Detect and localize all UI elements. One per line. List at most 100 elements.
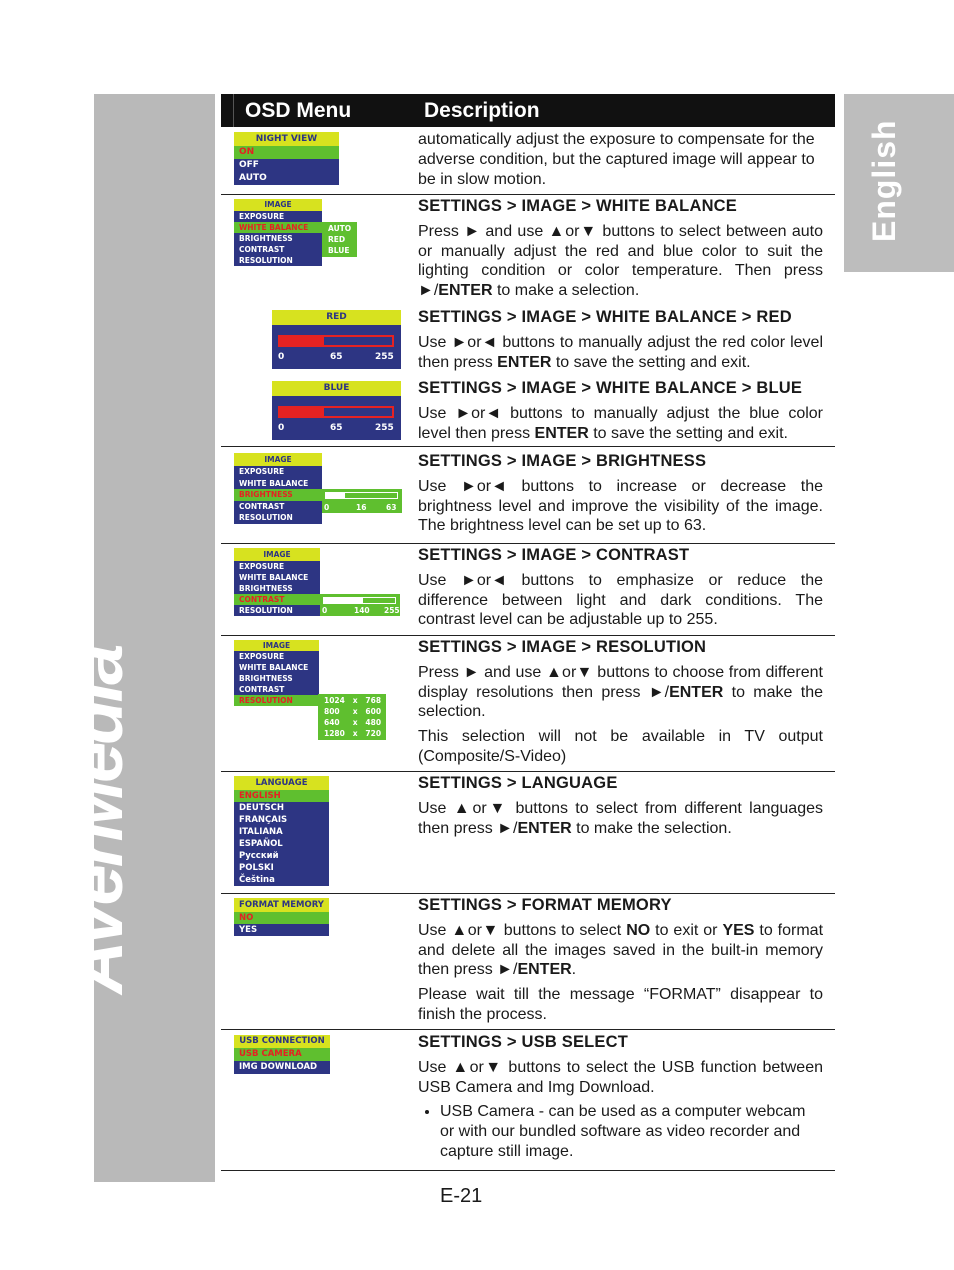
osd-slider-title: BLUE <box>272 381 401 396</box>
osd-menu-item: FRANÇAIS <box>234 814 329 826</box>
osd-menu-item: BRIGHTNESS <box>234 489 322 501</box>
section-heading: SETTINGS > IMAGE > WHITE BALANCE > RED <box>418 308 792 326</box>
description-paragraph: Press ► and use ▲or▼ buttons to choose f… <box>418 663 824 721</box>
osd-submenu-item: BLUE <box>328 246 350 255</box>
osd-slider-blue: BLUE 0 65 255 <box>272 381 401 440</box>
header-osd-menu: OSD Menu <box>245 99 352 122</box>
osd-menu-item: Русский <box>234 850 329 862</box>
osd-menu-title: NIGHT VIEW <box>234 132 339 146</box>
osd-menu-item: WHITE BALANCE <box>234 572 320 583</box>
page-number: E-21 <box>440 1185 483 1207</box>
slider-value-label: 16 <box>356 503 367 512</box>
osd-slider-title: RED <box>272 310 401 325</box>
osd-menu-format-memory: FORMAT MEMORY NO YES <box>234 898 329 936</box>
bold-term: ENTER <box>669 683 724 701</box>
slider-min-label: 0 <box>278 423 285 433</box>
bold-term: YES <box>722 921 755 939</box>
bold-term: ENTER <box>517 819 572 837</box>
osd-slider-red: RED 0 65 255 <box>272 310 401 369</box>
osd-submenu-item: RED <box>328 235 346 244</box>
description-paragraph: Use ▲or▼ buttons to select the USB funct… <box>418 1058 823 1096</box>
section-heading: SETTINGS > IMAGE > WHITE BALANCE <box>418 197 738 215</box>
osd-menu-title: IMAGE <box>234 548 320 561</box>
description-paragraph: Use ►or◄ buttons to manually adjust the … <box>418 404 823 442</box>
osd-slider-body: 0 65 255 <box>272 396 401 440</box>
osd-menu-item: RESOLUTION <box>234 695 319 706</box>
slider-value-label: 140 <box>354 606 370 615</box>
description-paragraph: Use ▲or▼ buttons to select NO to exit or… <box>418 921 824 979</box>
description-paragraph: Use ►or◄ buttons to emphasize or reduce … <box>418 571 823 629</box>
description-paragraph: Press ► and use ▲or▼ buttons to select b… <box>418 222 823 300</box>
section-heading: SETTINGS > IMAGE > RESOLUTION <box>418 638 707 656</box>
osd-menu-item: CONTRAST <box>234 500 322 512</box>
bold-term: NO <box>626 921 651 939</box>
osd-menu-title: LANGUAGE <box>234 776 329 790</box>
section-heading: SETTINGS > USB SELECT <box>418 1033 629 1051</box>
osd-slider-body: 0 65 255 <box>272 325 401 369</box>
osd-menu-night-view: NIGHT VIEW ON OFF AUTO <box>234 132 339 185</box>
description-block: SETTINGS > FORMAT MEMORY Use ▲or▼ buttons… <box>418 896 823 1030</box>
description-paragraph: Use ►or◄ buttons to increase or decrease… <box>418 477 823 535</box>
slider-track <box>278 335 394 347</box>
osd-submenu-item: 1280 x 720 <box>324 729 382 738</box>
osd-menu-item: DEUTSCH <box>234 802 329 814</box>
manual-page: AVerMedia English OSD Menu Description N… <box>0 0 954 1270</box>
osd-menu-item: CONTRAST <box>234 244 322 255</box>
osd-menu-item: RESOLUTION <box>234 255 322 266</box>
osd-menu-item: ITALIANA <box>234 826 329 838</box>
row-divider <box>221 1170 835 1171</box>
slider-max-label: 255 <box>375 423 394 433</box>
osd-submenu-item: 800 x 600 <box>324 707 382 716</box>
osd-menu-item: AUTO <box>234 172 339 185</box>
osd-submenu: 1024 x 768 800 x 600 640 x 480 1280 x 720 <box>318 694 386 740</box>
slider-track <box>278 406 394 418</box>
slider-fill <box>280 408 325 416</box>
osd-menu-title: IMAGE <box>234 453 322 466</box>
osd-menu-item: RESOLUTION <box>234 605 320 616</box>
bold-term: ENTER <box>497 353 552 371</box>
header-divider <box>233 94 234 127</box>
osd-menu-item: BRIGHTNESS <box>234 583 320 594</box>
osd-menu-item: EXPOSURE <box>234 466 322 478</box>
bullet-list: USB Camera - can be used as a computer w… <box>418 1102 823 1161</box>
slider-value-label: 65 <box>330 352 343 362</box>
osd-menu-item: YES <box>234 924 329 936</box>
header-description: Description <box>424 99 540 122</box>
osd-menu-item: CONTRAST <box>234 594 320 605</box>
bold-term: ENTER <box>438 282 493 300</box>
description-block: SETTINGS > IMAGE > CONTRAST Use ►or◄ butt… <box>418 546 823 635</box>
osd-menu-image: IMAGE EXPOSURE WHITE BALANCE BRIGHTNESS CONT… <box>234 640 319 706</box>
description-block: SETTINGS > IMAGE > RESOLUTION Press ► and… <box>418 638 823 772</box>
osd-submenu: AUTO RED BLUE <box>322 222 357 257</box>
osd-menu-item: USB CAMERA <box>234 1048 330 1061</box>
osd-menu-item: WHITE BALANCE <box>234 662 319 673</box>
osd-submenu-item: 1024 x 768 <box>324 696 382 705</box>
osd-level-slider: 0 16 63 <box>322 489 402 513</box>
description-block: SETTINGS > IMAGE > BRIGHTNESS Use ►or◄ bu… <box>418 452 823 541</box>
slider-min-label: 0 <box>322 606 328 615</box>
osd-menu-title: IMAGE <box>234 199 322 211</box>
osd-menu-title: FORMAT MEMORY <box>234 898 329 912</box>
description-paragraph: automatically adjust the exposure to com… <box>418 131 815 188</box>
slider-fill <box>280 337 325 345</box>
section-heading: SETTINGS > IMAGE > WHITE BALANCE > BLUE <box>418 379 803 397</box>
osd-menu-image: IMAGE EXPOSURE WHITE BALANCE BRIGHTNESS CONT… <box>234 453 322 524</box>
osd-menu-item: CONTRAST <box>234 684 319 695</box>
osd-menu-item: BRIGHTNESS <box>234 233 322 244</box>
section-heading: SETTINGS > LANGUAGE <box>418 774 618 792</box>
osd-menu-language: LANGUAGE ENGLISH DEUTSCH FRANÇAIS ITALIANA ES… <box>234 776 329 886</box>
description-paragraph: This selection will not be available in … <box>418 728 823 765</box>
slider-max-label: 255 <box>375 352 394 362</box>
osd-menu-item: ON <box>234 146 339 159</box>
left-brand-bar: AVerMedia <box>55 94 215 1182</box>
description-block: SETTINGS > LANGUAGE Use ▲or▼ buttons to s… <box>418 774 823 843</box>
description-paragraph: Please wait till the message “FORMAT” di… <box>418 986 823 1023</box>
osd-menu-item: Čeština <box>234 874 329 886</box>
osd-menu-item: RESOLUTION <box>234 512 322 524</box>
osd-menu-item: OFF <box>234 159 339 172</box>
osd-menu-item: IMG DOWNLOAD <box>234 1061 330 1074</box>
description-block: SETTINGS > USB SELECT Use ▲or▼ buttons to… <box>418 1033 823 1162</box>
osd-menu-image: IMAGE EXPOSURE WHITE BALANCE BRIGHTNESS CONT… <box>234 548 320 616</box>
slider-fill <box>324 598 364 603</box>
section-heading: SETTINGS > IMAGE > BRIGHTNESS <box>418 452 707 470</box>
